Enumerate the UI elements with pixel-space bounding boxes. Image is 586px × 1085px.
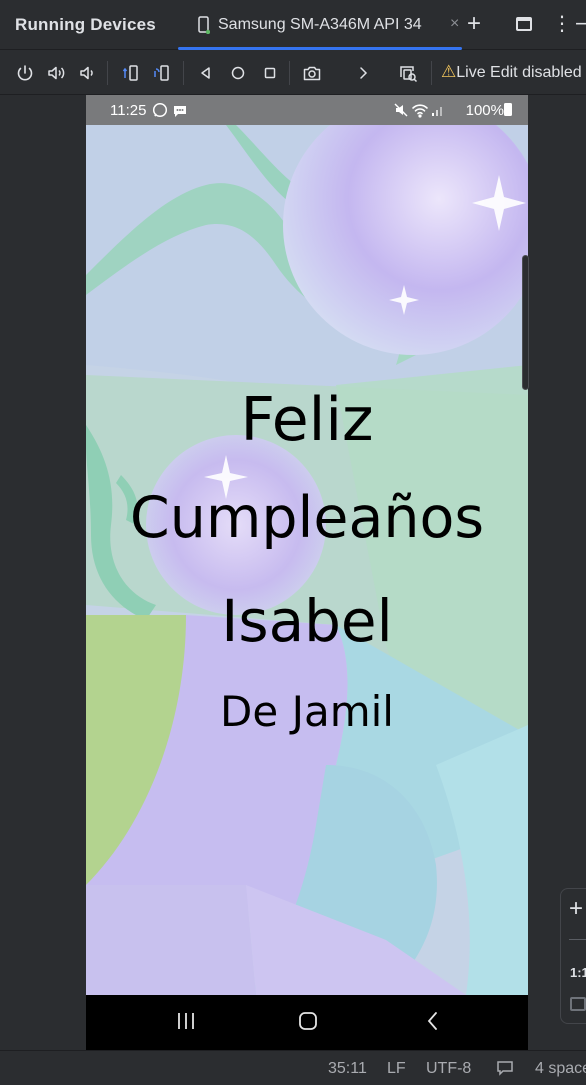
message-icon	[172, 103, 188, 123]
device-nav-bar	[86, 995, 528, 1050]
power-icon[interactable]	[15, 63, 35, 83]
mute-icon	[394, 103, 408, 121]
phone-icon	[198, 16, 211, 39]
volume-down-icon[interactable]	[78, 63, 98, 83]
ide-status-bar: 35:11 LF UTF-8 4 spaces	[0, 1050, 586, 1085]
overview-icon[interactable]	[260, 63, 280, 83]
toolbar-separator	[431, 61, 432, 85]
device-mirror-icon[interactable]	[398, 63, 418, 83]
battery-level: 100%	[465, 102, 504, 119]
rotate-left-icon[interactable]	[121, 63, 141, 83]
device-toolbar: ⚠Live Edit disabled	[0, 51, 586, 95]
toolbar-separator	[107, 61, 108, 85]
live-edit-status[interactable]: ⚠Live Edit disabled	[441, 62, 582, 82]
wifi-icon	[411, 102, 429, 122]
whatsapp-icon	[152, 102, 168, 122]
warning-icon: ⚠	[441, 62, 457, 81]
more-options-icon[interactable]: ⋮	[552, 12, 572, 36]
zoom-controls: + 1:1	[560, 888, 586, 1024]
tool-window-title: Running Devices	[15, 15, 156, 34]
screenshot-icon[interactable]	[302, 63, 322, 83]
live-edit-label: Live Edit disabled	[456, 64, 582, 81]
line-separator[interactable]: LF	[387, 1060, 406, 1078]
device-screen[interactable]: 11:25 100% Feliz Cumpleaños Isabel De Ja…	[86, 95, 528, 1050]
caret-position[interactable]: 35:11	[328, 1060, 367, 1078]
signal-icon	[431, 103, 445, 121]
indent-setting[interactable]: 4 spaces	[535, 1060, 586, 1078]
toolbar-separator	[289, 61, 290, 85]
zoom-in-button[interactable]: +	[569, 895, 583, 923]
volume-up-icon[interactable]	[46, 63, 66, 83]
tool-window-header: Running Devices Samsung SM-A346M API 34 …	[0, 0, 586, 50]
wallpaper	[86, 95, 528, 995]
greeting-line-3: Isabel	[221, 587, 393, 655]
greeting-sender: De Jamil	[220, 687, 394, 736]
status-time: 11:25	[110, 102, 147, 119]
recents-icon[interactable]	[175, 1009, 197, 1038]
actual-size-button[interactable]: 1:1	[570, 965, 586, 980]
home-icon[interactable]	[297, 1009, 319, 1038]
close-tab-icon[interactable]: ×	[450, 15, 459, 33]
readonly-toggle-icon[interactable]	[496, 1059, 514, 1082]
add-device-button[interactable]: +	[467, 10, 481, 38]
device-status-bar: 11:25 100%	[86, 95, 528, 125]
fit-screen-icon[interactable]	[570, 997, 586, 1011]
greeting-line-2: Cumpleaños	[129, 485, 485, 551]
active-tab-indicator	[178, 47, 462, 50]
home-icon[interactable]	[228, 63, 248, 83]
back-icon[interactable]	[196, 63, 216, 83]
toolbar-separator	[183, 61, 184, 85]
rotate-right-icon[interactable]	[152, 63, 172, 83]
window-layout-icon[interactable]	[516, 17, 532, 31]
back-icon[interactable]	[422, 1009, 444, 1038]
minimize-icon[interactable]: −	[575, 13, 586, 35]
zoom-separator	[569, 939, 586, 940]
greeting-line-1: Feliz	[240, 385, 374, 455]
device-tab[interactable]: Samsung SM-A346M API 34 ×	[178, 0, 462, 50]
battery-icon	[504, 103, 512, 116]
scrollbar-handle[interactable]	[522, 255, 529, 390]
file-encoding[interactable]: UTF-8	[426, 1060, 471, 1078]
chevron-right-icon[interactable]	[353, 63, 373, 83]
device-tab-label: Samsung SM-A346M API 34	[218, 16, 422, 33]
